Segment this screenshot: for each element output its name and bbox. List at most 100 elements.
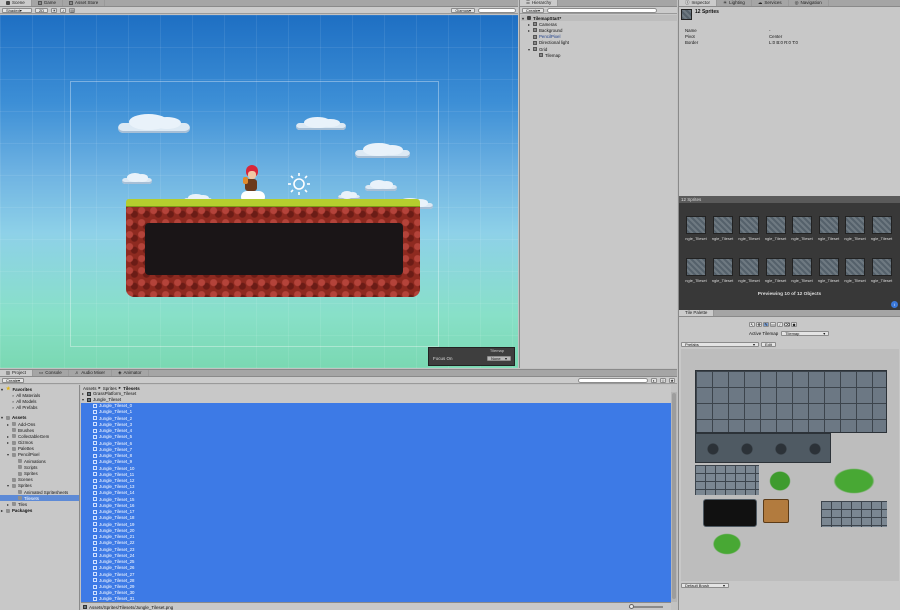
expander-icon[interactable]: ▾ (81, 397, 85, 402)
sprite-row-label: Jungle_Tileset_12 (99, 478, 135, 484)
asset-scrollbar[interactable] (671, 392, 677, 602)
sprite-preview-thumbnail[interactable] (792, 216, 812, 234)
player-character[interactable] (243, 165, 263, 193)
sprite-preview-thumbnail[interactable] (739, 216, 759, 234)
sprite-preview-thumbnail[interactable] (712, 258, 733, 276)
project-panel: Project ▭ Console ♬ Audio Mixer ◈ Animator … (0, 369, 677, 610)
tab-lighting[interactable]: ☀ Lighting (717, 0, 752, 6)
expander-icon[interactable]: ▸ (6, 422, 10, 427)
hierarchy-search-input[interactable] (547, 7, 658, 13)
brush-dropdown[interactable]: Default Brush ▾ (681, 583, 729, 588)
filter-type-icon[interactable]: ◐ (651, 377, 657, 383)
eraser-tool-icon[interactable]: ⌫ (784, 322, 790, 327)
expander-icon[interactable]: ▸ (527, 22, 531, 27)
shading-mode-dropdown[interactable]: Shaded ▾ (2, 7, 32, 13)
tab-inspector[interactable]: ⓘ Inspector (679, 0, 718, 6)
scene-search-input[interactable] (478, 7, 516, 13)
select-tool-icon[interactable]: ↖ (749, 322, 755, 327)
breadcrumb-item[interactable]: Assets (83, 386, 97, 391)
cloud (355, 142, 410, 158)
sprite-preview-thumbnail[interactable] (739, 258, 759, 276)
sprite-preview-thumbnail[interactable] (871, 216, 892, 234)
tab-game[interactable]: Game (32, 0, 64, 6)
inspector-field-value[interactable]: L:0 B:0 R:0 T:0 (769, 40, 798, 45)
favorites-items: ⌕ All Materials ⌕ All Models ⌕ All Prefabs (0, 392, 79, 411)
sprite-preview-thumbnail[interactable] (818, 216, 839, 234)
gizmos-dropdown[interactable]: Gizmos ▾ (451, 7, 475, 13)
expander-icon[interactable]: ▾ (6, 483, 10, 488)
hierarchy-item[interactable]: Tilemap (521, 52, 677, 58)
inspector-tabbar: ⓘ Inspector ☀ Lighting ☁ Services ◎ Navigati… (679, 0, 900, 7)
2d-mode-toggle[interactable]: 2D (35, 7, 49, 13)
project-create-button[interactable]: Create ▾ (2, 377, 25, 383)
tab-console[interactable]: ▭ Console (33, 370, 69, 376)
sprite-preview-thumbnail[interactable] (792, 258, 812, 276)
tab-navigation[interactable]: ◎ Navigation (789, 0, 829, 6)
tab-asset-store[interactable]: Asset Store (63, 0, 106, 6)
fill-tool-icon[interactable]: ◆ (791, 322, 797, 327)
sprite-preview-thumbnail[interactable] (765, 216, 786, 234)
texture-file-icon (83, 605, 87, 609)
sprite-row-label: Jungle_Tileset_21 (99, 534, 135, 540)
sprite-preview-label: ngle_Tileset (844, 278, 866, 283)
unity-editor: Scene Game Asset Store Shaded ▾ 2D ☀ ♪ ▤ … (0, 0, 900, 610)
tilemap-platform[interactable] (126, 199, 420, 297)
directional-light-icon[interactable] (287, 172, 311, 196)
expander-icon[interactable]: ▾ (6, 452, 10, 457)
folder-icon (12, 428, 16, 433)
palette-dropdown[interactable]: Prefabs ▾ (681, 342, 759, 347)
sprite-preview-thumbnail[interactable] (686, 258, 706, 276)
scene-viewport[interactable]: Tilemap Focus On None ▾ (0, 15, 518, 368)
tab-audio-mixer[interactable]: ♬ Audio Mixer (69, 370, 113, 376)
tab-animator[interactable]: ◈ Animator (112, 370, 149, 376)
inspector-field-value[interactable]: - (769, 28, 770, 33)
picker-tool-icon[interactable]: ⁄ (777, 322, 783, 327)
sprite-preview-thumbnail[interactable] (765, 258, 786, 276)
sprite-icon (93, 434, 97, 439)
expander-icon[interactable]: ▸ (6, 440, 10, 445)
audio-toggle[interactable]: ♪ (60, 7, 67, 13)
tile-carved-stones (695, 433, 831, 463)
active-tilemap-dropdown[interactable]: Tilemap ▾ (781, 331, 830, 336)
tab-hierarchy[interactable]: ☰ Hierarchy (520, 0, 559, 6)
packages-root[interactable]: ▸ Packages (0, 508, 79, 514)
tab-project[interactable]: Project (0, 370, 34, 376)
filter-label-icon[interactable]: ⬦ (660, 377, 666, 383)
tab-tile-palette[interactable]: Tile Palette (679, 310, 715, 316)
palette-edit-button[interactable]: Edit (761, 342, 776, 347)
sprite-preview-thumbnail[interactable] (845, 216, 865, 234)
expander-icon[interactable]: ▸ (81, 391, 85, 396)
palette-grid[interactable] (681, 349, 899, 581)
tab-scene[interactable]: Scene (0, 0, 32, 6)
favorite-star-icon[interactable]: ★ (669, 377, 675, 383)
move-tool-icon[interactable]: ✥ (756, 322, 762, 327)
project-search-input[interactable] (578, 377, 648, 383)
sprite-preview-thumbnail[interactable] (818, 258, 839, 276)
breadcrumb-item[interactable]: Sprites (103, 386, 117, 391)
expander-icon[interactable]: ▸ (6, 434, 10, 439)
sprite-preview-thumbnail[interactable] (712, 216, 733, 234)
inspector-field-value[interactable]: Center (769, 34, 782, 39)
sprite-preview-thumbnail[interactable] (686, 216, 706, 234)
lighting-toggle[interactable]: ☀ (51, 7, 58, 13)
expander-icon[interactable]: ▸ (6, 502, 10, 507)
lighting-icon: ☀ (723, 0, 728, 5)
paint-brush-tool-icon[interactable]: ✎ (763, 322, 769, 327)
favorites-item-label: All Prefabs (16, 405, 38, 411)
tab-services[interactable]: ☁ Services (752, 0, 789, 6)
effects-toggle[interactable]: ▤ (69, 7, 76, 13)
thumbnail-size-slider[interactable] (629, 604, 663, 609)
sprite-preview-thumbnail[interactable] (845, 258, 865, 276)
sprite-icon (93, 572, 97, 577)
breadcrumb-item[interactable]: Tilesets (123, 386, 140, 391)
expander-icon[interactable]: ▸ (527, 28, 531, 33)
sprite-preview-thumbnail[interactable] (871, 258, 892, 276)
folder-tree-label: Sprites (24, 471, 38, 477)
focus-on-dropdown[interactable]: None ▾ (487, 356, 511, 361)
box-fill-tool-icon[interactable]: ▭ (770, 322, 776, 327)
sprite-icon (93, 596, 97, 601)
hierarchy-create-button[interactable]: Create ▾ (522, 7, 545, 13)
inspector-field: Border L:0 B:0 R:0 T:0 (685, 39, 895, 45)
expander-icon[interactable]: ▾ (527, 47, 531, 52)
preview-info-icon[interactable]: i (891, 301, 898, 308)
